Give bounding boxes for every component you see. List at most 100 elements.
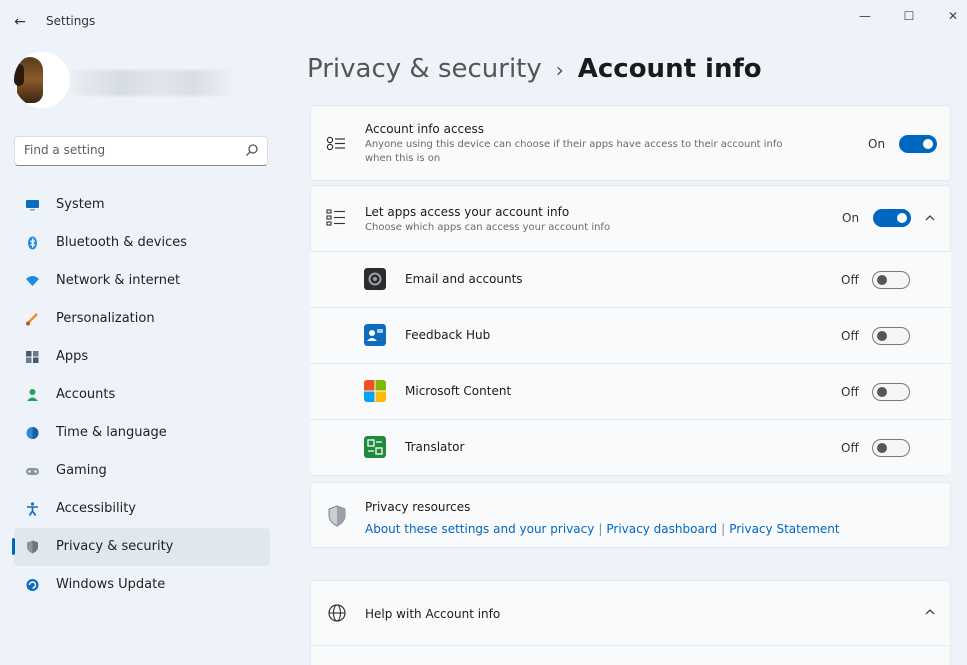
help-title: Help with Account info [365, 607, 501, 621]
globe-clock-icon [26, 427, 39, 439]
sidebar-item-accounts[interactable]: Accounts [14, 376, 270, 414]
toggle-knob [877, 275, 887, 285]
apps-access-description: Choose which apps can access your accoun… [365, 222, 611, 233]
sidebar-item-bluetooth[interactable]: Bluetooth & devices [14, 224, 270, 262]
apps-access-state: On [842, 211, 860, 225]
sidebar-item-label: Privacy & security [56, 539, 174, 554]
sidebar-item-time-language[interactable]: Time & language [14, 414, 270, 452]
accessibility-icon [27, 502, 38, 516]
app-name: Translator [405, 440, 465, 454]
sidebar-item-accessibility[interactable]: Accessibility [14, 490, 270, 528]
sidebar-item-gaming[interactable]: Gaming [14, 452, 270, 490]
microsoft-content-toggle[interactable] [872, 383, 910, 401]
list-icon [326, 209, 345, 226]
app-row-email-accounts: Email and accounts Off [310, 251, 951, 307]
avatar[interactable] [14, 52, 70, 108]
close-button[interactable]: ✕ [936, 4, 967, 28]
translator-icon [364, 436, 386, 458]
app-row-translator: Translator Off [310, 419, 951, 476]
sidebar-item-label: Network & internet [56, 273, 181, 288]
app-row-feedback-hub: Feedback Hub Off [310, 307, 951, 363]
privacy-resources-title: Privacy resources [365, 500, 471, 514]
sidebar-item-system[interactable]: System [14, 186, 270, 224]
account-info-access-state: On [868, 137, 886, 151]
app-state: Off [841, 329, 859, 343]
help-card[interactable]: Help with Account info [310, 580, 951, 665]
privacy-statement-link[interactable]: Privacy Statement [729, 522, 839, 536]
mail-app-icon [364, 268, 386, 290]
feedback-hub-icon [364, 324, 386, 346]
account-info-access-card: Account info access Anyone using this de… [310, 105, 951, 181]
privacy-dashboard-link[interactable]: Privacy dashboard [606, 522, 717, 536]
sidebar-item-label: Apps [56, 349, 89, 364]
translator-toggle[interactable] [872, 439, 910, 457]
app-name: Email and accounts [405, 272, 523, 286]
divider [311, 645, 950, 646]
bluetooth-icon [28, 236, 37, 250]
search-input[interactable] [24, 143, 239, 157]
toggle-knob [897, 213, 907, 223]
toggle-knob [923, 139, 933, 149]
brush-icon [26, 313, 38, 326]
feedback-hub-toggle[interactable] [872, 327, 910, 345]
app-name: Microsoft Content [405, 384, 512, 398]
sidebar-nav: System Bluetooth & devices Network & int… [12, 186, 270, 604]
privacy-resources-card: Privacy resources About these settings a… [310, 482, 951, 548]
monitor-icon [26, 200, 39, 211]
account-info-access-description: Anyone using this device can choose if t… [365, 139, 783, 164]
apps-access-card[interactable]: Let apps access your account info Choose… [310, 185, 951, 251]
app-row-microsoft-content: Microsoft Content Off [310, 363, 951, 419]
title-bar: ← Settings — ☐ ✕ [0, 0, 967, 44]
chevron-up-icon[interactable] [924, 606, 936, 618]
maximize-button[interactable]: ☐ [892, 4, 926, 28]
sidebar-item-label: Personalization [56, 311, 155, 326]
link-separator: | [598, 522, 603, 536]
sidebar-item-personalization[interactable]: Personalization [14, 300, 270, 338]
account-info-access-toggle[interactable] [899, 135, 937, 153]
wifi-icon [26, 276, 39, 286]
chevron-up-icon[interactable] [924, 212, 936, 224]
account-info-access-title: Account info access [365, 122, 485, 136]
sidebar-item-label: Accounts [56, 387, 116, 402]
sidebar-item-label: Windows Update [56, 577, 166, 592]
app-state: Off [841, 441, 859, 455]
sidebar-item-label: Bluetooth & devices [56, 235, 187, 250]
account-info-icon [326, 136, 345, 151]
gamepad-icon [26, 468, 39, 475]
toggle-knob [877, 331, 887, 341]
search-box[interactable] [14, 136, 268, 166]
sidebar-item-label: Time & language [56, 425, 167, 440]
sidebar-item-label: Accessibility [56, 501, 136, 516]
sidebar-item-label: System [56, 197, 105, 212]
email-accounts-toggle[interactable] [872, 271, 910, 289]
update-icon [26, 579, 39, 591]
apps-access-title: Let apps access your account info [365, 205, 570, 219]
sidebar-item-network[interactable]: Network & internet [14, 262, 270, 300]
microsoft-logo-icon [364, 380, 386, 402]
person-icon [27, 389, 38, 401]
privacy-links: About these settings and your privacy | Pr… [365, 518, 840, 537]
app-state: Off [841, 273, 859, 287]
sidebar-item-privacy-security[interactable]: Privacy & security [12, 528, 270, 566]
blurred-user-name [72, 70, 232, 96]
app-state: Off [841, 385, 859, 399]
app-title: Settings [46, 14, 96, 28]
dog-ear [14, 64, 24, 86]
globe-icon [328, 604, 346, 622]
minimize-button[interactable]: — [848, 4, 882, 28]
search-icon[interactable] [245, 143, 259, 157]
sidebar-item-apps[interactable]: Apps [14, 338, 270, 376]
sidebar-item-label: Gaming [56, 463, 107, 478]
sidebar-item-windows-update[interactable]: Windows Update [14, 566, 270, 604]
breadcrumb-parent[interactable]: Privacy & security [307, 54, 542, 84]
back-button[interactable]: ← [10, 12, 30, 32]
breadcrumb: Privacy & security › Account info [307, 54, 762, 84]
breadcrumb-separator: › [555, 58, 564, 82]
toggle-knob [877, 443, 887, 453]
app-name: Feedback Hub [405, 328, 491, 342]
apps-access-toggle[interactable] [873, 209, 911, 227]
apps-icon [26, 351, 39, 363]
about-privacy-link[interactable]: About these settings and your privacy [365, 522, 594, 536]
shield-icon [27, 540, 38, 554]
page-title: Account info [577, 54, 762, 84]
